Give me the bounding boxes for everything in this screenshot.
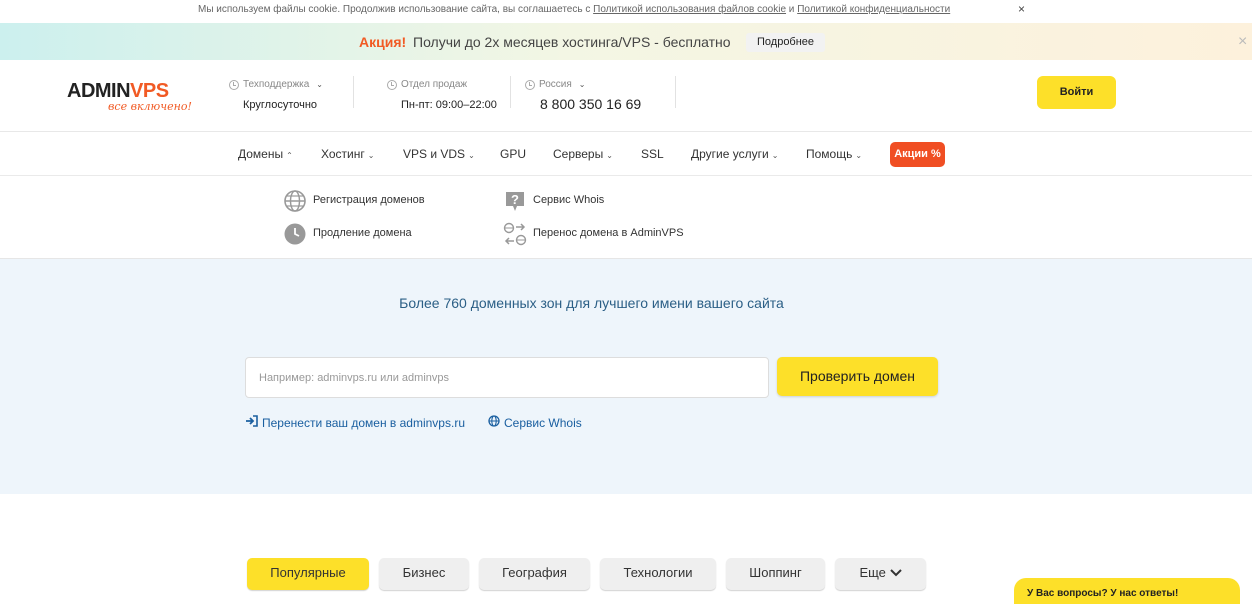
promo-close-button[interactable]: × xyxy=(1238,33,1247,51)
chevron-down-icon: ⌄ xyxy=(606,151,613,160)
nav-item-vps[interactable]: VPS и VDS ⌄ xyxy=(403,147,475,161)
transfer-link-label: Перенести ваш домен в adminvps.ru xyxy=(262,415,465,430)
domains-dropdown: Регистрация доменов Продление домена ? С… xyxy=(0,177,1252,259)
sales-hours: Пн-пт: 09:00–22:00 xyxy=(401,99,497,111)
chevron-up-icon: ⌃ xyxy=(286,151,293,160)
chevron-down-icon: ⌄ xyxy=(468,151,475,160)
cookie-banner: Мы используем файлы cookie. Продолжив ис… xyxy=(0,0,1252,20)
chevron-down-icon: ⌄ xyxy=(578,80,586,89)
nav-promo-button[interactable]: Акции % xyxy=(890,142,945,167)
nav-label: Домены xyxy=(238,147,284,161)
tab-more[interactable]: Еще xyxy=(835,558,926,590)
nav-label: GPU xyxy=(500,147,527,161)
sales-info: Отдел продаж Пн-пт: 09:00–22:00 xyxy=(387,79,497,111)
nav-item-gpu[interactable]: GPU xyxy=(500,147,526,161)
sales-label: Отдел продаж xyxy=(401,79,468,90)
tab-technology[interactable]: Технологии xyxy=(600,558,716,590)
dropdown-item-registration[interactable]: Регистрация доменов xyxy=(283,189,425,212)
nav-label: Другие услуги xyxy=(691,147,769,161)
globe-icon xyxy=(488,415,500,430)
support-hours: Круглосуточно xyxy=(243,99,318,111)
transfer-domain-link[interactable]: Перенести ваш домен в adminvps.ru xyxy=(245,415,465,430)
main-nav: Домены ⌃ Хостинг ⌄ VPS и VDS ⌄ GPU Серверы ⌄… xyxy=(0,132,1252,176)
cookie-close-button[interactable]: × xyxy=(1018,2,1025,16)
tab-shopping[interactable]: Шоппинг xyxy=(726,558,825,590)
chevron-down-icon: ⌄ xyxy=(855,151,863,160)
support-label: Техподдержка xyxy=(243,79,310,90)
cookie-text: Мы используем файлы cookie. Продолжив ис… xyxy=(198,4,950,15)
whois-link-label: Сервис Whois xyxy=(504,415,582,430)
nav-item-ssl[interactable]: SSL xyxy=(641,147,664,161)
dropdown-label: Продление домена xyxy=(313,227,412,239)
nav-item-other[interactable]: Другие услуги ⌄ xyxy=(691,147,778,161)
dropdown-label: Сервис Whois xyxy=(533,194,605,206)
tab-more-label: Еще xyxy=(859,565,886,580)
nav-label: Серверы xyxy=(553,147,604,161)
cookie-message: Мы используем файлы cookie. Продолжив ис… xyxy=(198,4,594,15)
region-label: Россия xyxy=(539,79,572,90)
cookie-and: и xyxy=(786,4,798,15)
nav-label: VPS и VDS xyxy=(403,147,466,161)
check-domain-button[interactable]: Проверить домен xyxy=(777,357,938,396)
logo-tagline: все включено! xyxy=(108,100,192,113)
nav-label: SSL xyxy=(641,147,664,161)
clock-icon xyxy=(525,79,535,90)
support-info[interactable]: Техподдержка ⌄ Круглосуточно xyxy=(229,79,323,111)
nav-item-help[interactable]: Помощь ⌄ xyxy=(806,147,862,161)
promo-label: Акция! xyxy=(359,34,407,50)
phone-number[interactable]: 8 800 350 16 69 xyxy=(540,96,641,112)
clock-icon xyxy=(283,222,306,245)
clock-icon xyxy=(387,79,397,90)
divider xyxy=(353,76,354,108)
tab-business[interactable]: Бизнес xyxy=(379,558,469,590)
chat-widget[interactable]: У Вас вопросы? У нас ответы! xyxy=(1014,578,1240,604)
chevron-down-icon: ⌄ xyxy=(771,151,779,160)
dropdown-item-transfer[interactable]: Перенос домена в AdminVPS xyxy=(503,222,684,246)
hero-title: Более 760 доменных зон для лучшего имени… xyxy=(399,295,784,311)
chevron-down-icon: ⌄ xyxy=(367,151,375,160)
promo-banner: Акция! Получи до 2х месяцев хостинга/VPS… xyxy=(0,23,1252,60)
divider xyxy=(510,76,511,108)
site-header: ADMINVPS все включено! Техподдержка ⌄ Кру… xyxy=(0,60,1252,132)
domain-search-input[interactable] xyxy=(245,357,769,398)
dropdown-label: Перенос домена в AdminVPS xyxy=(533,227,684,239)
promo-text: Получи до 2х месяцев хостинга/VPS - бесп… xyxy=(413,34,731,50)
login-button[interactable]: Войти xyxy=(1037,76,1116,109)
dropdown-item-renewal[interactable]: Продление домена xyxy=(283,222,412,245)
chevron-down-icon: ⌄ xyxy=(316,80,323,89)
globe-icon xyxy=(283,189,306,212)
cookie-policy-link[interactable]: Политикой использования файлов cookie xyxy=(593,4,786,15)
privacy-policy-link[interactable]: Политикой конфиденциальности xyxy=(797,4,950,15)
nav-item-servers[interactable]: Серверы ⌄ xyxy=(553,147,613,161)
region-info[interactable]: Россия ⌄ 8 800 350 16 69 xyxy=(525,79,641,112)
logo[interactable]: ADMINVPS все включено! xyxy=(67,80,197,116)
divider xyxy=(675,76,676,108)
whois-link[interactable]: Сервис Whois xyxy=(488,415,582,430)
tab-popular[interactable]: Популярные xyxy=(247,558,369,590)
chevron-down-icon xyxy=(889,565,902,580)
promo-details-button[interactable]: Подробнее xyxy=(746,33,826,52)
sign-in-icon xyxy=(245,415,258,430)
dropdown-item-whois[interactable]: ? Сервис Whois xyxy=(503,189,604,211)
domain-search-section: Более 760 доменных зон для лучшего имени… xyxy=(0,259,1252,494)
svg-text:?: ? xyxy=(511,192,519,207)
nav-label: Хостинг xyxy=(321,147,365,161)
tab-geography[interactable]: География xyxy=(479,558,590,590)
dropdown-label: Регистрация доменов xyxy=(313,194,425,206)
nav-item-hosting[interactable]: Хостинг ⌄ xyxy=(321,147,374,161)
question-bubble-icon: ? xyxy=(503,189,525,211)
clock-icon xyxy=(229,79,239,90)
nav-item-domains[interactable]: Домены ⌃ xyxy=(238,147,293,161)
transfer-icon xyxy=(503,222,527,246)
nav-label: Помощь xyxy=(806,147,853,161)
